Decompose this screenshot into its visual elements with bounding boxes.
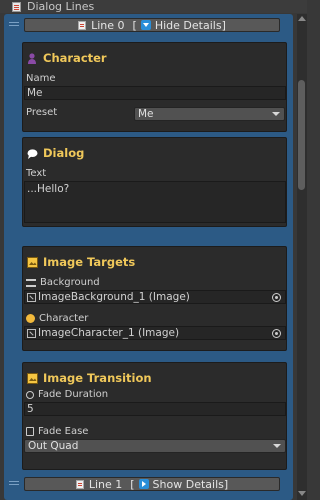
line-doc-icon (75, 479, 84, 489)
person-icon (27, 52, 37, 64)
film-strip-icon (26, 278, 36, 287)
scroll-up-icon[interactable] (298, 16, 306, 21)
character-section-title: Character (27, 51, 107, 65)
triangle-right-icon[interactable] (138, 479, 149, 489)
dialog-section: Dialog Text ...Hello? (22, 137, 287, 227)
drag-handle-icon[interactable] (9, 22, 19, 27)
bracket-open: [ (132, 18, 137, 32)
fade-ease-label: Fade Ease (26, 426, 88, 437)
dialog-section-title: Dialog (27, 146, 84, 160)
line-1-header[interactable]: Line 1 [ Show Details ] (24, 477, 280, 491)
image-targets-section: Image Targets Background ImageBackground… (22, 246, 287, 351)
curve-icon (26, 427, 34, 436)
fade-duration-label: Fade Duration (26, 389, 108, 400)
show-details-button[interactable]: Show Details (153, 478, 224, 491)
triangle-down-icon[interactable] (140, 20, 151, 30)
line-doc-icon (78, 20, 87, 30)
fade-ease-value: Out Quad (28, 440, 79, 452)
character-section: Character Name Me Preset Me (22, 42, 287, 132)
character-target-label: Character (26, 313, 88, 324)
image-object-icon (27, 328, 36, 338)
speech-bubble-icon (27, 148, 38, 159)
object-picker-icon[interactable] (272, 329, 281, 338)
line-1-label: Line 1 (88, 477, 123, 491)
image-object-icon (27, 292, 36, 302)
chevron-down-icon (272, 112, 280, 116)
object-picker-icon[interactable] (272, 293, 281, 302)
image-frame-icon (27, 256, 38, 268)
chevron-down-icon (273, 444, 281, 448)
drag-handle-icon[interactable] (9, 481, 19, 486)
dialog-doc-icon (12, 1, 21, 12)
scroll-down-icon[interactable] (298, 491, 306, 496)
bracket-open: [ (130, 477, 135, 491)
face-icon (26, 314, 35, 323)
stopwatch-icon (26, 390, 34, 399)
name-label: Name (26, 73, 56, 84)
line-0-label: Line 0 (91, 18, 125, 32)
window-titlebar: Dialog Lines (0, 0, 307, 13)
line-0-header[interactable]: Line 0 [ Hide Details ] (24, 18, 280, 32)
background-object-field[interactable]: ImageBackground_1 (Image) (24, 290, 286, 304)
preset-dropdown[interactable]: Me (134, 107, 285, 121)
image-targets-section-title: Image Targets (27, 255, 135, 269)
preset-value: Me (138, 108, 154, 120)
image-transition-section: Image Transition Fade Duration 5 Fade Ea… (22, 362, 287, 470)
image-transition-section-title: Image Transition (27, 371, 152, 385)
dialog-text-area[interactable]: ...Hello? (24, 181, 286, 223)
dialog-lines-list: Line 0 [ Hide Details ] Character Name M… (4, 14, 293, 500)
scroll-thumb[interactable] (298, 80, 305, 190)
character-object-field[interactable]: ImageCharacter_1 (Image) (24, 326, 286, 340)
hide-details-button[interactable]: Hide Details (155, 19, 222, 32)
name-field[interactable]: Me (24, 86, 286, 100)
background-label: Background (26, 277, 100, 288)
fade-duration-field[interactable]: 5 (24, 402, 286, 416)
bracket-close: ] (221, 18, 226, 32)
fade-ease-dropdown[interactable]: Out Quad (24, 439, 286, 453)
image-frame-icon (27, 372, 38, 384)
preset-label: Preset (26, 107, 58, 118)
vertical-scrollbar[interactable] (297, 14, 307, 500)
bracket-close: ] (223, 477, 229, 491)
text-label: Text (26, 168, 47, 179)
window-title: Dialog Lines (27, 0, 95, 13)
